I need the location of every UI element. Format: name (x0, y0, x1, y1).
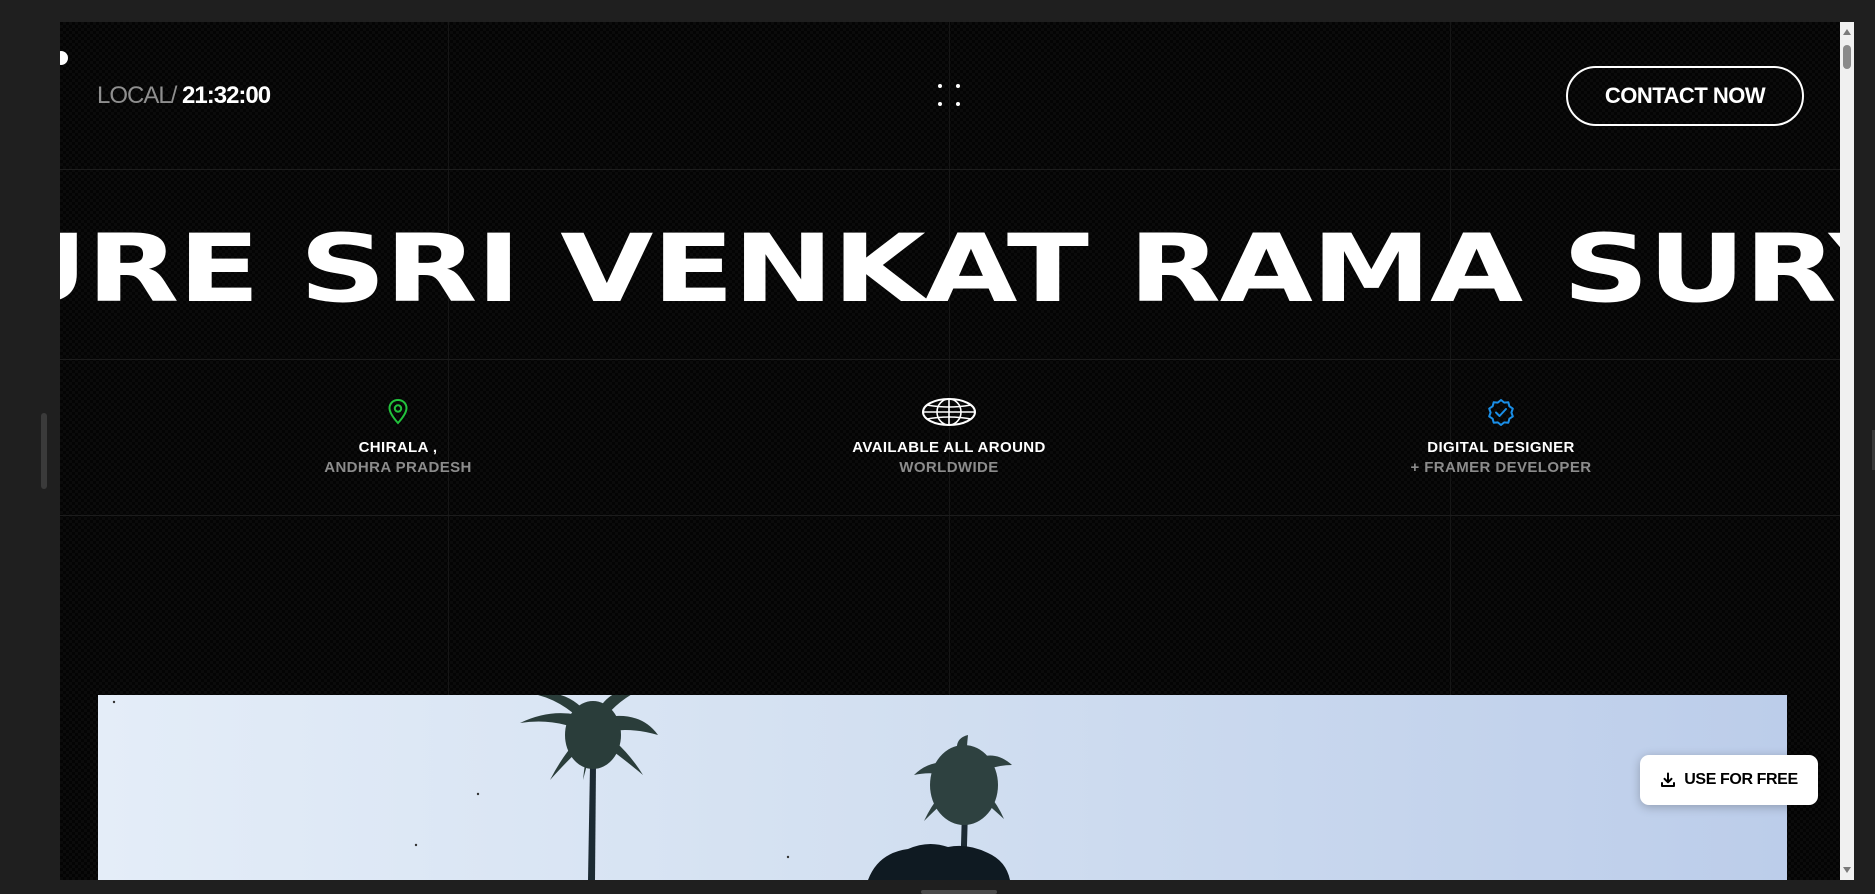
globe-icon (922, 398, 976, 426)
four-dots-menu-icon[interactable] (936, 82, 964, 110)
role-title: DIGITAL DESIGNER (1427, 439, 1575, 456)
menu-dot (938, 102, 942, 106)
bottom-resize-handle[interactable] (921, 890, 997, 894)
local-label: LOCAL/ (97, 82, 177, 109)
cursor-dot (60, 51, 68, 65)
use-for-free-label: USE FOR FREE (1684, 771, 1798, 788)
scroll-down-arrow-icon[interactable] (1842, 864, 1852, 876)
palm-trees-illustration (112, 695, 1012, 880)
grid-line (60, 359, 1840, 360)
left-gutter (0, 0, 60, 894)
scroll-up-arrow-icon[interactable] (1842, 26, 1852, 38)
info-role: DIGITAL DESIGNER + FRAMER DEVELOPER (1331, 396, 1671, 476)
info-location: CHIRALA , ANDHRA PRADESH (228, 396, 568, 476)
availability-scope: WORLDWIDE (899, 459, 999, 476)
location-city: CHIRALA , (358, 439, 438, 456)
menu-dot (938, 84, 942, 88)
verified-badge-icon (1488, 399, 1514, 426)
role-subtitle: + FRAMER DEVELOPER (1410, 459, 1592, 476)
vertical-scrollbar[interactable] (1840, 22, 1854, 880)
grid-line (60, 515, 1840, 516)
menu-dot (956, 84, 960, 88)
grid-line (60, 169, 1840, 170)
local-time-value: 21:32:00 (182, 82, 271, 109)
contact-now-button[interactable]: CONTACT NOW (1566, 66, 1804, 126)
local-clock: LOCAL/ 21:32:00 (97, 82, 271, 110)
availability-title: AVAILABLE ALL AROUND (852, 439, 1046, 456)
location-pin-icon (388, 398, 408, 425)
hero-name: SURE SRI VENKAT RAMA SURYA (60, 215, 1840, 324)
use-for-free-button[interactable]: USE FOR FREE (1640, 755, 1818, 805)
location-state: ANDHRA PRADESH (324, 459, 472, 476)
hero-photo (98, 695, 1787, 880)
download-icon (1661, 772, 1676, 787)
scrollbar-thumb[interactable] (1843, 45, 1851, 69)
menu-dot (956, 102, 960, 106)
info-availability: AVAILABLE ALL AROUND WORLDWIDE (779, 396, 1119, 476)
panel-resize-handle[interactable] (41, 413, 47, 489)
page-viewport: LOCAL/ 21:32:00 CONTACT NOW SURE SRI VEN… (60, 22, 1840, 880)
